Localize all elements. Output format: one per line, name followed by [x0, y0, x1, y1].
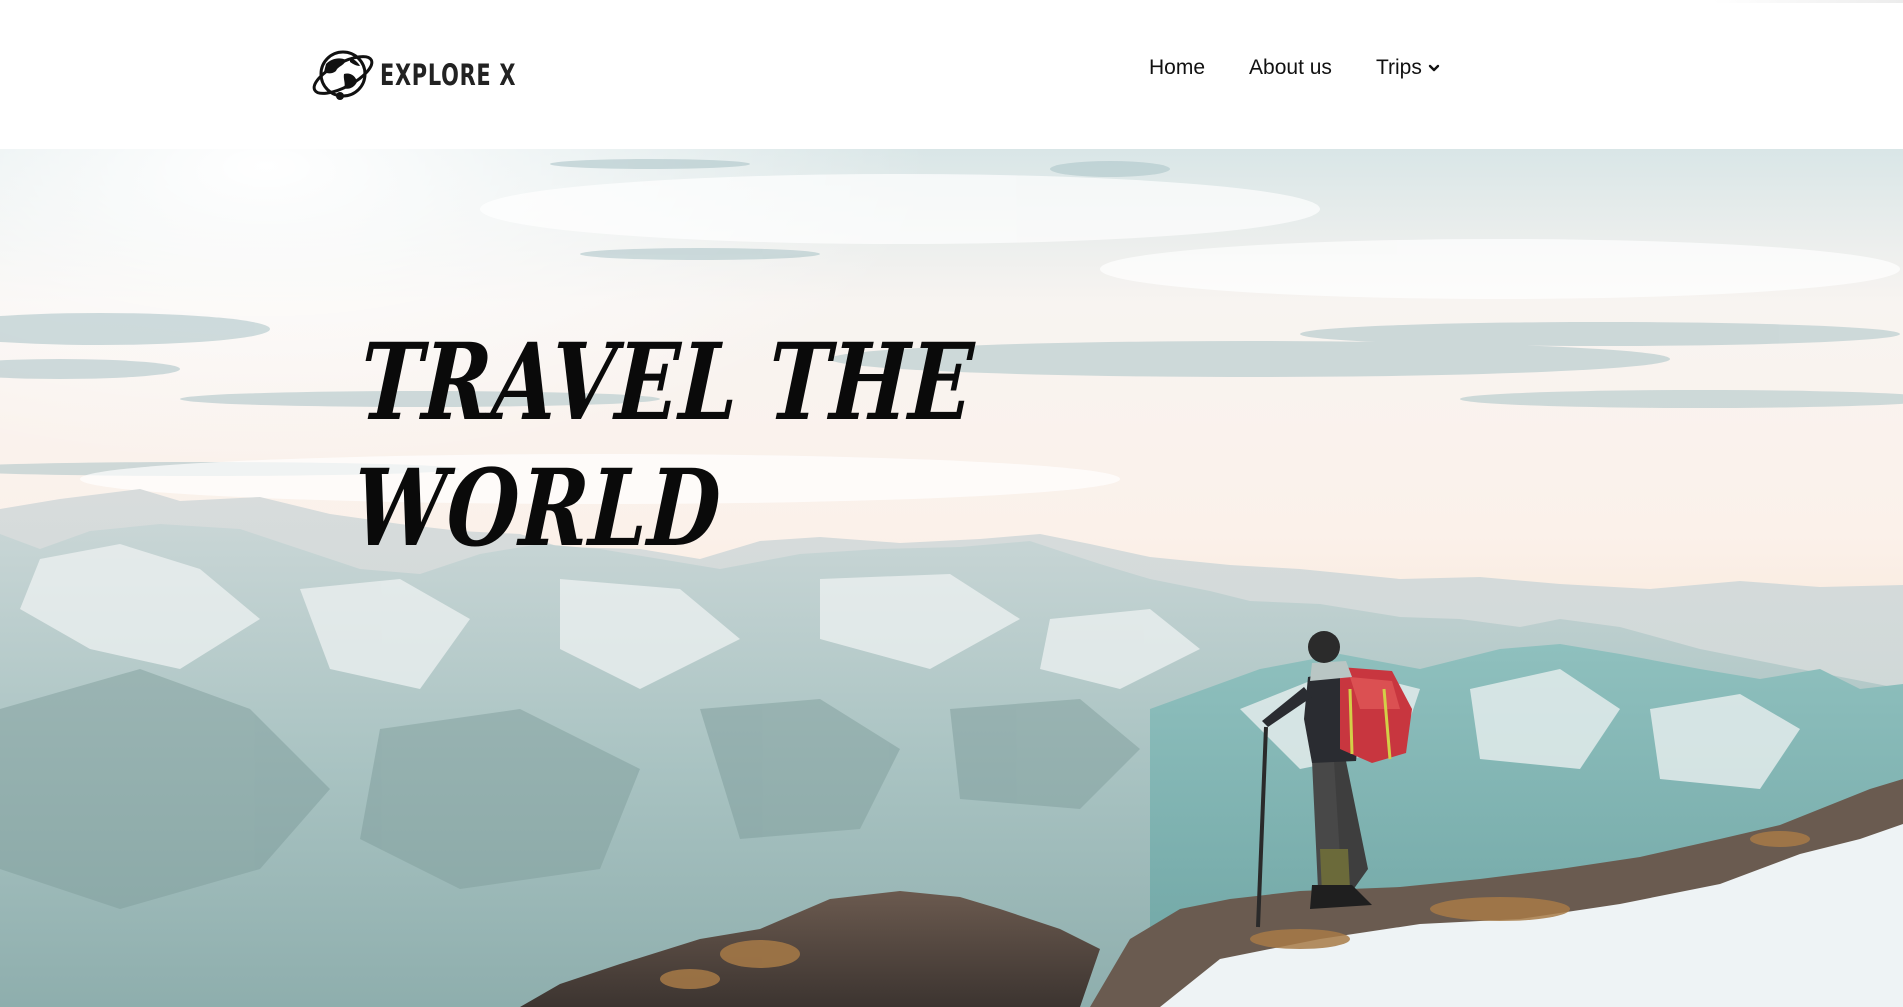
globe-orbit-icon: [312, 50, 374, 100]
nav-about-us-label: About us: [1249, 56, 1332, 79]
site-header: EXPLORE X Home About us Trips: [0, 0, 1903, 149]
chevron-down-icon: [1428, 64, 1440, 72]
nav-home-label: Home: [1149, 56, 1206, 79]
nav-trips-label: Trips: [1375, 56, 1422, 79]
brand-logo[interactable]: EXPLORE X: [310, 44, 569, 106]
hero-title-line-2: WORLD: [350, 445, 725, 570]
hero-section: TRAVEL THE WORLD: [0, 149, 1903, 1007]
hero-title-line-1: TRAVEL THE: [357, 319, 977, 444]
nav-trips-dropdown[interactable]: Trips: [1376, 56, 1440, 80]
nav-home[interactable]: Home: [1149, 56, 1205, 80]
top-accent-line: [1713, 0, 1903, 3]
main-nav: Home About us Trips: [1149, 56, 1440, 80]
nav-about-us[interactable]: About us: [1249, 56, 1332, 80]
hero-background-image: [0, 149, 1903, 1007]
brand-name: EXPLORE X: [380, 58, 517, 92]
hero-title: TRAVEL THE WORLD: [350, 319, 977, 571]
